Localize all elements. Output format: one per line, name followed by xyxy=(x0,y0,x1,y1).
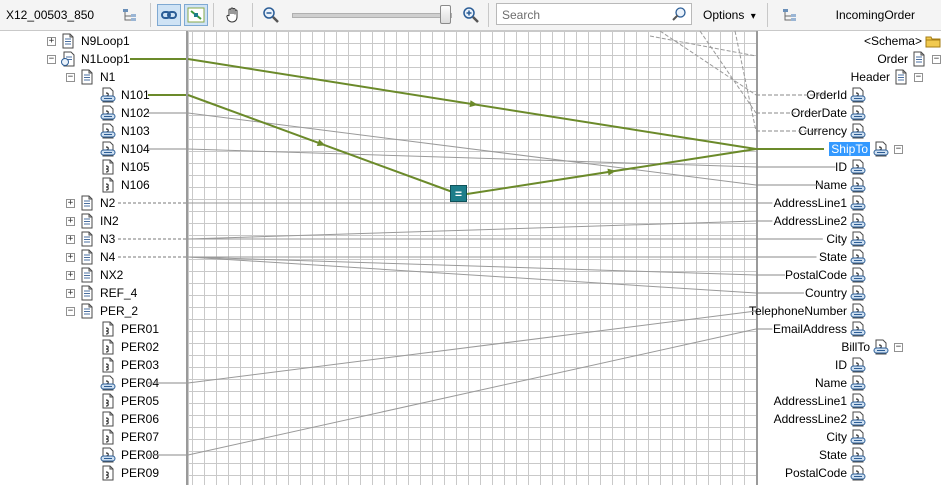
mapping-link-per08-9 xyxy=(187,328,757,456)
mapping-links xyxy=(118,30,836,456)
mapping-link-n102-0 xyxy=(187,112,757,186)
link-direction-arrow xyxy=(316,139,326,146)
mapping-link-n4-6 xyxy=(187,256,757,276)
functoid-symbol: = xyxy=(454,186,462,201)
mapping-link-offscreen-upper xyxy=(649,35,757,57)
mapping-link-n104-1 xyxy=(187,148,757,168)
mapping-link-offscreen-2 xyxy=(734,30,757,132)
mapping-link-offscreen-1 xyxy=(699,30,757,114)
mapping-link-per04-8 xyxy=(187,310,757,384)
mapping-link-n4-7 xyxy=(187,256,757,294)
equal-functoid[interactable]: = xyxy=(450,185,467,202)
mapping-link-n3-3 xyxy=(187,220,757,240)
